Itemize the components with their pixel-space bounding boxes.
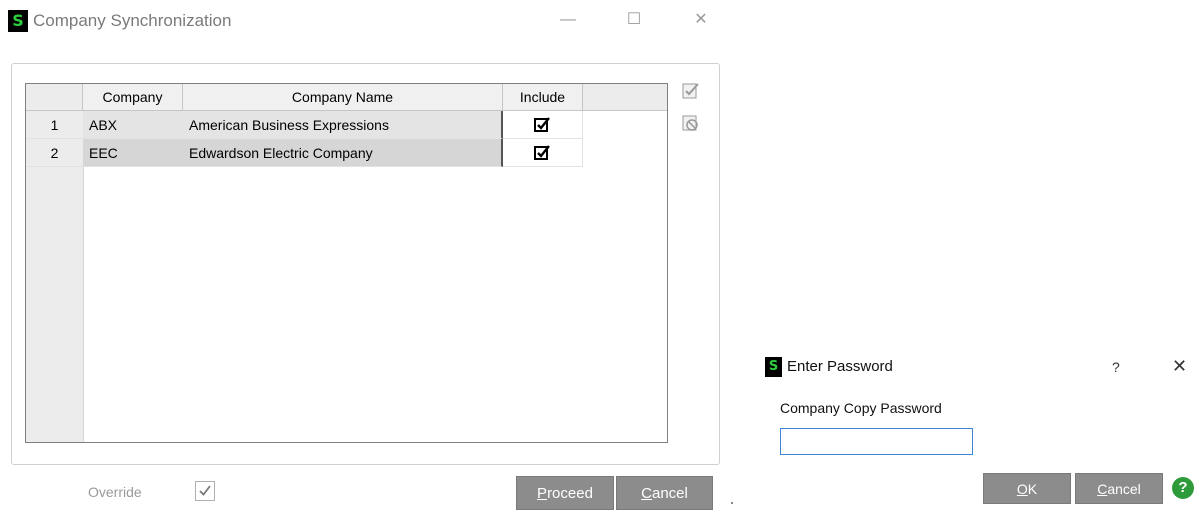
grid-corner [26,84,83,111]
override-checkbox[interactable] [195,481,215,501]
include-checkbox-icon[interactable] [534,117,551,132]
dialog-logo-icon: S [765,357,782,377]
company-grid[interactable]: Company Company Name Include 1 ABX Ameri… [25,83,668,443]
app-logo-icon: S [8,10,28,32]
check-all-icon[interactable] [680,81,702,101]
proceed-button[interactable]: Proceed [516,476,614,510]
company-name-cell[interactable]: American Business Expressions [183,111,503,139]
header-filler [583,84,667,111]
separator-dot [731,502,733,504]
row-number: 1 [26,111,83,139]
column-header-company-name[interactable]: Company Name [183,84,503,111]
dialog-help-button[interactable]: ? [1112,357,1120,377]
include-cell[interactable] [503,139,583,167]
row-number: 2 [26,139,83,167]
dialog-title: Enter Password [787,358,893,375]
window-title: Company Synchronization [33,11,232,30]
dialog-cancel-button[interactable]: Cancel [1075,473,1163,504]
close-button[interactable]: ✕ [686,8,716,32]
column-header-include[interactable]: Include [503,84,583,111]
clear-all-icon[interactable] [680,113,702,133]
include-cell[interactable] [503,111,583,139]
checkmark-icon [199,485,211,496]
company-name-cell[interactable]: Edwardson Electric Company [183,139,503,167]
dialog-close-button[interactable]: ✕ [1172,356,1187,376]
ok-button[interactable]: OK [983,473,1071,504]
column-header-company[interactable]: Company [83,84,183,111]
password-label: Company Copy Password [780,400,942,416]
company-code-cell[interactable]: ABX [83,111,183,139]
password-field[interactable] [780,428,973,455]
company-code-cell[interactable]: EEC [83,139,183,167]
override-label: Override [88,484,142,500]
maximize-button[interactable]: ☐ [619,8,649,32]
help-icon[interactable]: ? [1172,477,1194,499]
minimize-button[interactable]: — [553,8,583,32]
include-checkbox-icon[interactable] [534,145,551,160]
cancel-button[interactable]: Cancel [616,476,713,510]
